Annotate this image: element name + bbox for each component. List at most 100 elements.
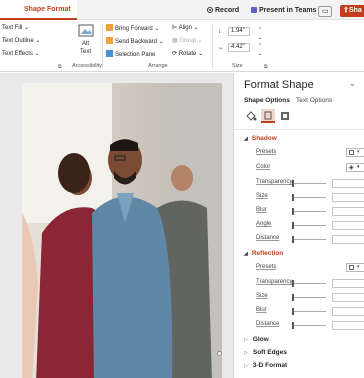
slide-photo[interactable]	[22, 83, 222, 378]
teams-icon	[251, 7, 257, 13]
shadow-angle-slider[interactable]	[292, 222, 326, 229]
group-button[interactable]: ▦ Group ⌄	[172, 37, 203, 45]
dialog-launcher-icon[interactable]: ⧉	[58, 63, 62, 71]
pane-title: Format Shape	[244, 79, 314, 91]
share-button[interactable]: ⇪Sha	[340, 5, 364, 17]
tab-text-options[interactable]: Text Options	[296, 97, 332, 104]
chevron-down-icon: ⌄	[193, 25, 199, 31]
width-spinner-icon[interactable]: ⌃ ⌄	[258, 42, 262, 58]
chevron-down-icon: ⌄	[35, 38, 41, 44]
shadow-blur-input[interactable]	[332, 207, 364, 216]
section-reflection[interactable]: ◢ Reflection	[244, 250, 283, 257]
shadow-blur-slider[interactable]	[292, 208, 326, 215]
section-soft-edges[interactable]: ▷ Soft Edges	[244, 349, 287, 356]
section-glow[interactable]: ▷ Glow	[244, 336, 269, 343]
chevron-down-icon: ▾	[357, 264, 360, 270]
reflection-distance-slider[interactable]	[292, 322, 326, 329]
text-fill-button[interactable]: Text Fill ⌄	[2, 24, 29, 32]
reflection-transparency-slider[interactable]	[292, 280, 326, 287]
alt-text-icon[interactable]	[78, 24, 94, 38]
resize-handle[interactable]	[217, 351, 222, 356]
reflection-title: Reflection	[251, 250, 284, 257]
slider-knob[interactable]	[292, 280, 294, 287]
reflection-presets-dropdown[interactable]: ▾	[346, 263, 364, 272]
rotate-button[interactable]: ⟳ Rotate ⌄	[172, 50, 203, 58]
shadow-size-slider[interactable]	[292, 194, 326, 201]
width-input[interactable]: 4.42"	[228, 43, 250, 52]
slider-knob[interactable]	[292, 308, 294, 315]
shadow-distance-slider[interactable]	[292, 236, 326, 243]
comments-button[interactable]: ▭	[318, 6, 332, 17]
record-button[interactable]: Record	[204, 5, 242, 17]
reflection-size-label: Size	[256, 293, 268, 299]
size-properties-icon[interactable]	[278, 109, 292, 123]
photo-people-image	[22, 83, 222, 378]
ribbon: Text Fill ⌄ Text Outline ⌄ Text Effects …	[0, 20, 364, 72]
shadow-angle-input[interactable]	[332, 221, 364, 230]
reflection-blur-input[interactable]	[332, 307, 364, 316]
slider-knob[interactable]	[292, 208, 294, 215]
reflection-size-input[interactable]	[332, 293, 364, 302]
reflection-distance-input[interactable]	[332, 321, 364, 330]
selection-pane-label: Selection Pane	[115, 52, 156, 58]
title-bar: Shape Format Record Present in Teams ▭ ⇪…	[0, 0, 364, 20]
selection-pane-button[interactable]: Selection Pane	[106, 50, 155, 59]
shadow-angle-label: Angle	[256, 221, 272, 227]
shadow-presets-dropdown[interactable]: ▾	[346, 148, 364, 157]
section-3d-format[interactable]: ▷ 3-D Format	[244, 362, 287, 369]
slider-knob[interactable]	[292, 222, 294, 229]
tab-shape-format[interactable]: Shape Format	[0, 0, 77, 20]
shadow-color-dropdown[interactable]: ◈ ▾	[346, 163, 364, 172]
chevron-down-icon: ⌄	[34, 51, 40, 57]
shadow-distance-input[interactable]	[332, 235, 364, 244]
text-fill-label: Text Fill	[2, 25, 23, 31]
text-effects-label: Text Effects	[2, 51, 33, 57]
rotate-label: Rotate	[178, 51, 197, 57]
shadow-size-input[interactable]	[332, 193, 364, 202]
slider-knob[interactable]	[292, 180, 294, 187]
alt-text-label-2: Text	[80, 49, 92, 55]
format-shape-pane: Format Shape ⌄ Shape Options Text Option…	[233, 73, 364, 378]
chevron-down-icon: ⌄	[197, 38, 203, 44]
group-label-size: Size	[232, 63, 243, 69]
align-label: Align	[178, 25, 192, 31]
height-input[interactable]: 1.94"	[228, 27, 250, 36]
chevron-down-icon: ⌄	[198, 51, 204, 57]
send-backward-button[interactable]: Send Backward ⌄	[106, 37, 164, 46]
shadow-title: Shadow	[251, 135, 277, 142]
record-icon	[207, 7, 213, 13]
text-outline-label: Text Outline	[2, 38, 34, 44]
slider-knob[interactable]	[292, 322, 294, 329]
effects-icon[interactable]	[261, 109, 275, 123]
shadow-transparency-label: Transparency	[256, 179, 293, 185]
height-icon: ↕	[218, 29, 221, 35]
fill-line-icon[interactable]	[244, 109, 258, 123]
slider-knob[interactable]	[292, 194, 294, 201]
reflection-blur-slider[interactable]	[292, 308, 326, 315]
height-spinner-icon[interactable]: ⌃ ⌄	[258, 26, 262, 42]
alt-text-button[interactable]: Alt Text	[80, 40, 91, 56]
present-in-teams-button[interactable]: Present in Teams	[248, 5, 319, 17]
dialog-launcher-icon[interactable]: ⧉	[264, 63, 268, 71]
paint-bucket-icon: ◈	[349, 165, 354, 171]
shadow-transparency-slider[interactable]	[292, 180, 326, 187]
slider-knob[interactable]	[292, 236, 294, 243]
reflection-size-slider[interactable]	[292, 294, 326, 301]
bring-forward-label: Bring Forward	[115, 26, 153, 32]
tab-shape-options[interactable]: Shape Options	[244, 97, 290, 104]
preset-square-icon	[349, 265, 354, 270]
align-button[interactable]: ⊫ Align ⌄	[172, 24, 199, 32]
expand-triangle-icon: ▷	[244, 363, 248, 369]
send-backward-label: Send Backward	[115, 39, 158, 45]
text-outline-button[interactable]: Text Outline ⌄	[2, 37, 40, 45]
reflection-transparency-input[interactable]	[332, 279, 364, 288]
slide-canvas[interactable]	[0, 73, 233, 378]
reflection-presets-label: Presets	[256, 264, 277, 270]
shadow-transparency-input[interactable]	[332, 179, 364, 188]
preset-square-icon	[349, 150, 354, 155]
text-effects-button[interactable]: Text Effects ⌄	[2, 50, 40, 58]
section-shadow[interactable]: ◢ Shadow	[244, 135, 277, 142]
bring-forward-button[interactable]: Bring Forward ⌄	[106, 24, 159, 33]
slider-knob[interactable]	[292, 294, 294, 301]
pane-options-chevron-icon[interactable]: ⌄	[349, 79, 356, 88]
